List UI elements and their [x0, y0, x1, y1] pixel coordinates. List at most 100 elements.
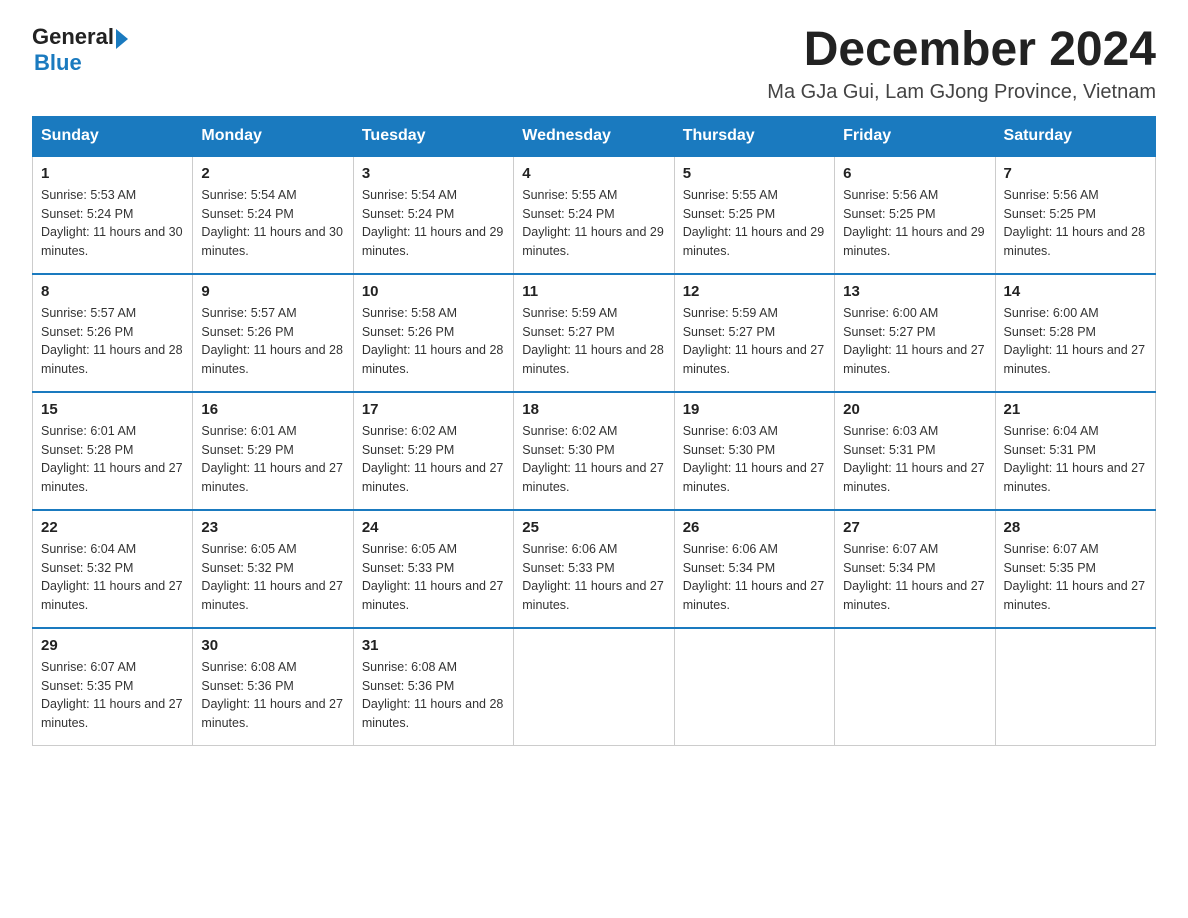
calendar-cell: 1Sunrise: 5:53 AMSunset: 5:24 PMDaylight…: [33, 156, 193, 274]
day-number: 29: [41, 637, 184, 654]
day-info: Sunrise: 6:02 AMSunset: 5:29 PMDaylight:…: [362, 422, 505, 497]
day-number: 24: [362, 519, 505, 536]
calendar-cell: 21 Sunrise: 6:04 AMSunset: 5:31 PMDayligh…: [995, 392, 1155, 510]
day-info: Sunrise: 5:57 AMSunset: 5:26 PMDaylight:…: [41, 304, 184, 379]
calendar-cell: [514, 628, 674, 746]
day-number: 30: [201, 637, 344, 654]
calendar-cell: 13 Sunrise: 6:00 AMSunset: 5:27 PMDayligh…: [835, 274, 995, 392]
day-number: 3: [362, 165, 505, 182]
calendar-cell: 20Sunrise: 6:03 AMSunset: 5:31 PMDayligh…: [835, 392, 995, 510]
calendar-cell: 7 Sunrise: 5:56 AMSunset: 5:25 PMDaylight…: [995, 156, 1155, 274]
calendar-cell: 14Sunrise: 6:00 AMSunset: 5:28 PMDayligh…: [995, 274, 1155, 392]
calendar-cell: 31 Sunrise: 6:08 AMSunset: 5:36 PMDayligh…: [353, 628, 513, 746]
day-number: 18: [522, 401, 665, 418]
calendar-cell: 27Sunrise: 6:07 AMSunset: 5:34 PMDayligh…: [835, 510, 995, 628]
calendar-cell: 9 Sunrise: 5:57 AMSunset: 5:26 PMDaylight…: [193, 274, 353, 392]
logo: General Blue: [32, 24, 128, 76]
day-info: Sunrise: 5:57 AMSunset: 5:26 PMDaylight:…: [201, 304, 344, 379]
day-number: 16: [201, 401, 344, 418]
calendar-header-tuesday: Tuesday: [353, 116, 513, 156]
day-number: 28: [1004, 519, 1147, 536]
day-number: 2: [201, 165, 344, 182]
calendar-cell: 29 Sunrise: 6:07 AMSunset: 5:35 PMDayligh…: [33, 628, 193, 746]
calendar-cell: 10Sunrise: 5:58 AMSunset: 5:26 PMDayligh…: [353, 274, 513, 392]
calendar-cell: 17 Sunrise: 6:02 AMSunset: 5:29 PMDayligh…: [353, 392, 513, 510]
day-number: 13: [843, 283, 986, 300]
day-info: Sunrise: 6:05 AMSunset: 5:32 PMDaylight:…: [201, 540, 344, 615]
calendar-header-friday: Friday: [835, 116, 995, 156]
day-info: Sunrise: 5:59 AMSunset: 5:27 PMDaylight:…: [522, 304, 665, 379]
day-number: 26: [683, 519, 826, 536]
day-number: 21: [1004, 401, 1147, 418]
day-number: 19: [683, 401, 826, 418]
calendar-cell: 11 Sunrise: 5:59 AMSunset: 5:27 PMDayligh…: [514, 274, 674, 392]
day-info: Sunrise: 6:07 AMSunset: 5:35 PMDaylight:…: [41, 658, 184, 733]
calendar-header-monday: Monday: [193, 116, 353, 156]
calendar-week-row: 29 Sunrise: 6:07 AMSunset: 5:35 PMDayligh…: [33, 628, 1156, 746]
calendar-cell: [835, 628, 995, 746]
month-title: December 2024: [767, 24, 1156, 77]
day-info: Sunrise: 5:56 AMSunset: 5:25 PMDaylight:…: [1004, 186, 1147, 261]
day-info: Sunrise: 6:03 AMSunset: 5:30 PMDaylight:…: [683, 422, 826, 497]
calendar-week-row: 22 Sunrise: 6:04 AMSunset: 5:32 PMDayligh…: [33, 510, 1156, 628]
calendar-cell: 2 Sunrise: 5:54 AMSunset: 5:24 PMDaylight…: [193, 156, 353, 274]
day-number: 17: [362, 401, 505, 418]
day-number: 12: [683, 283, 826, 300]
location-title: Ma GJa Gui, Lam GJong Province, Vietnam: [767, 81, 1156, 104]
day-number: 8: [41, 283, 184, 300]
calendar-cell: 12Sunrise: 5:59 AMSunset: 5:27 PMDayligh…: [674, 274, 834, 392]
day-info: Sunrise: 6:08 AMSunset: 5:36 PMDaylight:…: [362, 658, 505, 733]
calendar-table: SundayMondayTuesdayWednesdayThursdayFrid…: [32, 116, 1156, 746]
day-info: Sunrise: 6:04 AMSunset: 5:32 PMDaylight:…: [41, 540, 184, 615]
calendar-cell: 6 Sunrise: 5:56 AMSunset: 5:25 PMDaylight…: [835, 156, 995, 274]
calendar-cell: 24 Sunrise: 6:05 AMSunset: 5:33 PMDayligh…: [353, 510, 513, 628]
day-number: 11: [522, 283, 665, 300]
logo-general: General: [32, 24, 114, 50]
calendar-cell: 3 Sunrise: 5:54 AMSunset: 5:24 PMDaylight…: [353, 156, 513, 274]
day-number: 14: [1004, 283, 1147, 300]
calendar-cell: 28 Sunrise: 6:07 AMSunset: 5:35 PMDayligh…: [995, 510, 1155, 628]
day-info: Sunrise: 6:00 AMSunset: 5:27 PMDaylight:…: [843, 304, 986, 379]
day-number: 7: [1004, 165, 1147, 182]
calendar-cell: 16 Sunrise: 6:01 AMSunset: 5:29 PMDayligh…: [193, 392, 353, 510]
day-number: 5: [683, 165, 826, 182]
page-header: General Blue December 2024 Ma GJa Gui, L…: [32, 24, 1156, 104]
day-info: Sunrise: 6:04 AMSunset: 5:31 PMDaylight:…: [1004, 422, 1147, 497]
day-info: Sunrise: 6:05 AMSunset: 5:33 PMDaylight:…: [362, 540, 505, 615]
day-number: 31: [362, 637, 505, 654]
calendar-week-row: 15Sunrise: 6:01 AMSunset: 5:28 PMDayligh…: [33, 392, 1156, 510]
day-number: 25: [522, 519, 665, 536]
day-info: Sunrise: 5:56 AMSunset: 5:25 PMDaylight:…: [843, 186, 986, 261]
calendar-header-wednesday: Wednesday: [514, 116, 674, 156]
calendar-cell: 5Sunrise: 5:55 AMSunset: 5:25 PMDaylight…: [674, 156, 834, 274]
day-number: 27: [843, 519, 986, 536]
calendar-cell: 30 Sunrise: 6:08 AMSunset: 5:36 PMDayligh…: [193, 628, 353, 746]
day-info: Sunrise: 6:03 AMSunset: 5:31 PMDaylight:…: [843, 422, 986, 497]
calendar-cell: 4Sunrise: 5:55 AMSunset: 5:24 PMDaylight…: [514, 156, 674, 274]
calendar-cell: 26 Sunrise: 6:06 AMSunset: 5:34 PMDayligh…: [674, 510, 834, 628]
day-number: 9: [201, 283, 344, 300]
calendar-header-row: SundayMondayTuesdayWednesdayThursdayFrid…: [33, 116, 1156, 156]
day-number: 1: [41, 165, 184, 182]
day-info: Sunrise: 6:07 AMSunset: 5:35 PMDaylight:…: [1004, 540, 1147, 615]
day-info: Sunrise: 6:01 AMSunset: 5:29 PMDaylight:…: [201, 422, 344, 497]
calendar-cell: [674, 628, 834, 746]
day-number: 22: [41, 519, 184, 536]
calendar-cell: 15Sunrise: 6:01 AMSunset: 5:28 PMDayligh…: [33, 392, 193, 510]
calendar-cell: 19 Sunrise: 6:03 AMSunset: 5:30 PMDayligh…: [674, 392, 834, 510]
day-number: 23: [201, 519, 344, 536]
day-info: Sunrise: 5:54 AMSunset: 5:24 PMDaylight:…: [362, 186, 505, 261]
calendar-cell: 23 Sunrise: 6:05 AMSunset: 5:32 PMDayligh…: [193, 510, 353, 628]
day-number: 10: [362, 283, 505, 300]
calendar-header-thursday: Thursday: [674, 116, 834, 156]
calendar-week-row: 8 Sunrise: 5:57 AMSunset: 5:26 PMDaylight…: [33, 274, 1156, 392]
calendar-cell: [995, 628, 1155, 746]
day-info: Sunrise: 6:06 AMSunset: 5:34 PMDaylight:…: [683, 540, 826, 615]
calendar-cell: 18Sunrise: 6:02 AMSunset: 5:30 PMDayligh…: [514, 392, 674, 510]
day-number: 6: [843, 165, 986, 182]
day-info: Sunrise: 5:54 AMSunset: 5:24 PMDaylight:…: [201, 186, 344, 261]
calendar-cell: 22 Sunrise: 6:04 AMSunset: 5:32 PMDayligh…: [33, 510, 193, 628]
logo-triangle-icon: [116, 29, 128, 49]
day-info: Sunrise: 6:08 AMSunset: 5:36 PMDaylight:…: [201, 658, 344, 733]
logo-blue: Blue: [34, 50, 82, 76]
